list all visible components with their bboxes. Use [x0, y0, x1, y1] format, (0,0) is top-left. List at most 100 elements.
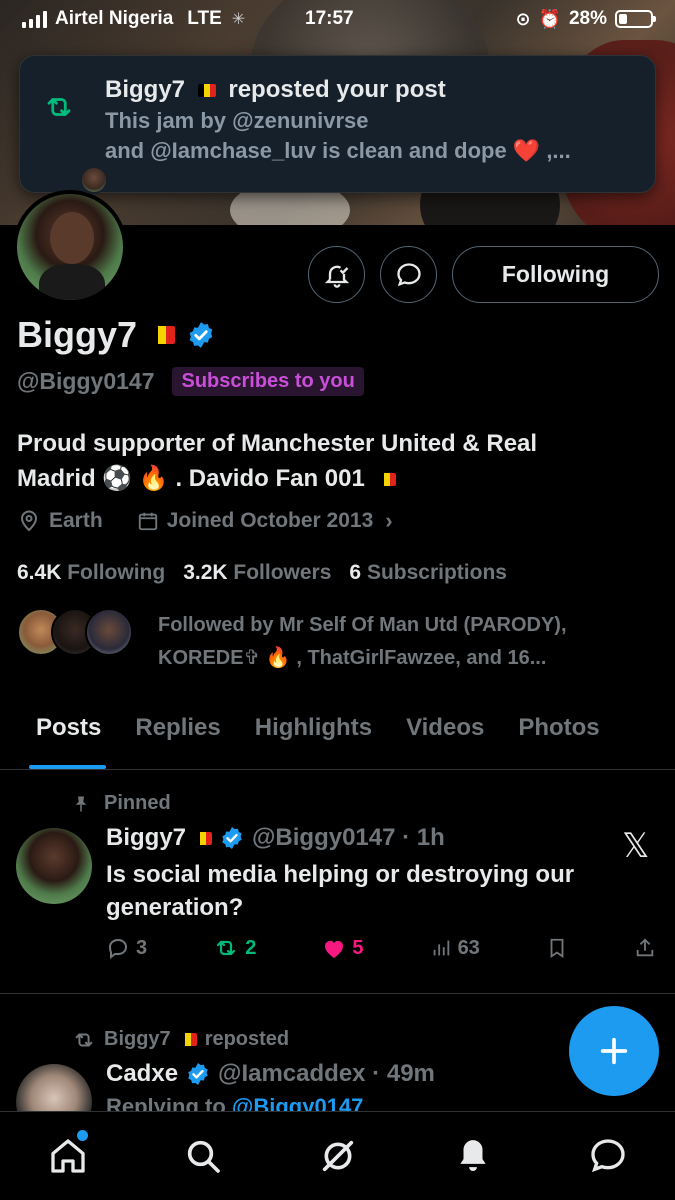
notify-bell-button[interactable] [308, 246, 365, 303]
reply-button[interactable]: 3 [106, 936, 147, 960]
bookmark-button[interactable] [546, 936, 568, 960]
followed-by-avatars[interactable] [17, 608, 133, 656]
heart-icon [325, 941, 344, 958]
belgium-flag-icon [377, 473, 396, 487]
location: Earth [49, 509, 103, 532]
views-button[interactable]: 63 [430, 937, 480, 960]
repost-button[interactable]: 2 [213, 936, 256, 960]
chat-bubble-icon [590, 1139, 625, 1173]
followed-by-text[interactable]: Followed by Mr Self Of Man Utd (PARODY),… [158, 609, 648, 675]
profile-meta: Earth Joined October 2013 › [17, 508, 393, 534]
battery-icon [615, 10, 656, 28]
followers-stat[interactable]: 3.2K Followers [183, 561, 331, 585]
nav-notifications[interactable] [451, 1134, 495, 1178]
subscriptions-stat[interactable]: 6 Subscriptions [349, 561, 507, 585]
bookmark-icon [550, 938, 564, 958]
display-name-row: Biggy7 [17, 314, 215, 356]
loading-icon: ✳ [231, 11, 246, 28]
profile-avatar[interactable] [13, 190, 127, 304]
battery-percent: 28% [568, 8, 607, 29]
post-header: Biggy7 @Biggy0147 · 1h [106, 824, 445, 852]
following-stat[interactable]: 6.4K Following [17, 561, 165, 585]
grok-icon [322, 1140, 353, 1172]
notification-user: Biggy7 [105, 76, 186, 103]
home-icon [50, 1139, 85, 1173]
chevron-right-icon[interactable]: › [385, 508, 392, 534]
status-bar: Airtel Nigeria LTE ✳ 17:57 ⊙ ⏰ 28% [0, 0, 675, 38]
replying-to-link[interactable]: @Biggy0147 [232, 1094, 364, 1111]
post-handle-time: @Iamcaddex · 49m [218, 1060, 435, 1087]
profile-tabs: Posts Replies Highlights Videos Photos [0, 700, 675, 770]
display-name: Biggy7 [17, 314, 138, 355]
plus-icon [600, 1037, 628, 1065]
bell-check-icon [324, 265, 349, 288]
verified-badge-icon [188, 1063, 208, 1085]
notification-line-2: and @Iamchase_luv is clean and dope ❤️ ,… [105, 138, 571, 163]
handle-row: @Biggy0147 Subscribes to you [17, 367, 364, 396]
repost-icon [217, 940, 236, 956]
bio-line-1: Proud supporter of Manchester United & R… [17, 430, 538, 457]
compose-button[interactable] [569, 1006, 659, 1096]
pin-icon [75, 796, 87, 811]
profile-bio: Proud supporter of Manchester United & R… [17, 426, 617, 496]
signal-icon [22, 10, 47, 28]
post-header: Cadxe @Iamcaddex · 49m [106, 1060, 435, 1088]
repost-notification[interactable]: Biggy7 reposted your post This jam by @z… [19, 55, 656, 194]
profile-handle: @Biggy0147 [17, 368, 155, 394]
orientation-lock-icon: ⊙ [515, 8, 531, 29]
search-icon [187, 1140, 220, 1173]
post-text[interactable]: Is social media helping or destroying ou… [106, 858, 646, 924]
reposted-label: Biggy7 reposted [72, 1028, 289, 1051]
post-author-name[interactable]: Biggy7 [106, 824, 186, 852]
post-divider [0, 993, 675, 994]
carrier-name: Airtel Nigeria [55, 8, 174, 29]
share-icon [636, 938, 654, 957]
avatar [85, 608, 133, 656]
share-button[interactable] [634, 936, 656, 960]
notification-dot [76, 1130, 88, 1141]
repost-icon [42, 92, 76, 127]
views-icon [433, 940, 449, 956]
verified-badge-icon[interactable] [187, 321, 215, 349]
nav-home[interactable] [46, 1130, 90, 1178]
pinned-label: Pinned [72, 792, 171, 815]
location-pin-icon [20, 510, 38, 532]
profile-stats: 6.4K Following 3.2K Followers 6 Subscrip… [17, 561, 507, 585]
repost-icon [75, 1032, 93, 1047]
notification-avatar [80, 166, 108, 194]
belgium-flag-icon [197, 84, 216, 98]
bottom-nav [0, 1111, 675, 1200]
tab-posts[interactable]: Posts [0, 700, 118, 769]
alarm-icon: ⏰ [538, 8, 561, 29]
belgium-flag-icon [178, 1033, 197, 1046]
post-actions: 3 2 5 63 [106, 936, 656, 960]
tab-videos[interactable]: Videos [389, 700, 501, 769]
post-handle-time: @Biggy0147 · 1h [252, 824, 445, 851]
verified-badge-icon [222, 827, 242, 849]
nav-grok[interactable] [316, 1134, 360, 1178]
tab-replies[interactable]: Replies [118, 700, 237, 769]
chat-bubble-icon [396, 262, 421, 286]
network-type: LTE [187, 8, 222, 29]
following-button[interactable]: Following [452, 246, 659, 303]
calendar-icon [138, 512, 157, 531]
subscribes-badge: Subscribes to you [172, 367, 364, 396]
joined-date[interactable]: Joined October 2013 [167, 509, 374, 533]
post-avatar[interactable] [16, 828, 92, 904]
bell-icon [459, 1140, 486, 1172]
notification-action: reposted your post [228, 76, 446, 103]
tab-highlights[interactable]: Highlights [238, 700, 389, 769]
reply-icon [108, 938, 128, 959]
like-button[interactable]: 5 [322, 937, 364, 960]
replying-to: Replying to @Biggy0147 [106, 1094, 363, 1111]
clock: 17:57 [305, 8, 354, 29]
nav-search[interactable] [181, 1134, 225, 1178]
tab-photos[interactable]: Photos [501, 700, 616, 769]
nav-messages[interactable] [586, 1134, 630, 1178]
message-button[interactable] [380, 246, 437, 303]
notification-line-1: This jam by @zenunivrse [105, 108, 369, 133]
belgium-flag-icon [149, 326, 176, 344]
bio-line-2: Madrid ⚽ 🔥 . Davido Fan 001 [17, 465, 365, 492]
belgium-flag-icon [194, 831, 213, 845]
post-author-name[interactable]: Cadxe [106, 1060, 178, 1088]
